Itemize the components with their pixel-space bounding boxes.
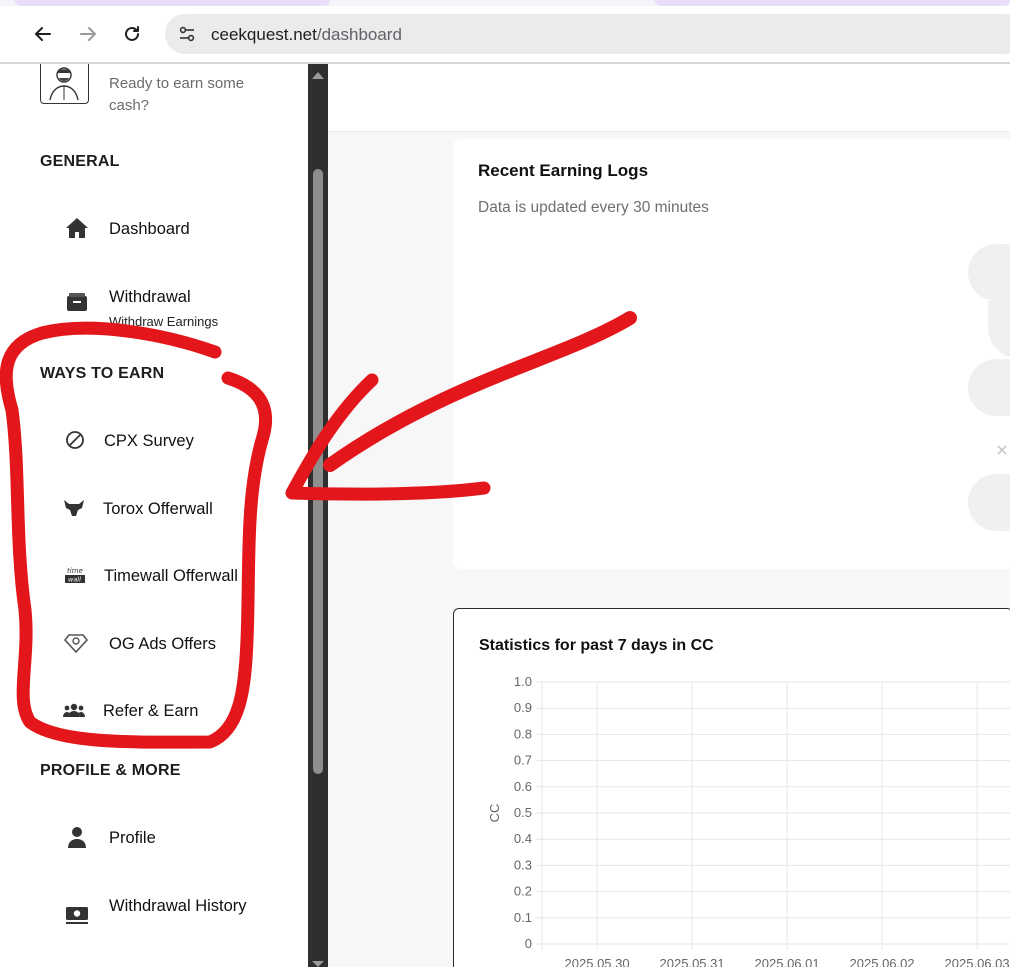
y-tick-label: 0.9: [514, 700, 532, 715]
section-ways-to-earn: WAYS TO EARN: [40, 365, 165, 382]
sidebar-scrollbar[interactable]: [308, 64, 328, 967]
sidebar-item-dashboard[interactable]: Dashboard: [55, 212, 308, 252]
sidebar-item-sublabel: Withdraw Earnings: [109, 314, 219, 329]
wallet-icon: [65, 290, 89, 314]
tune-icon: [179, 26, 195, 42]
y-axis-label: CC: [487, 804, 502, 823]
close-icon: [997, 445, 1007, 455]
sidebar-item-label: Timewall Offerwall: [104, 567, 238, 585]
sidebar-item-torox-offerwall[interactable]: Torox Offerwall: [55, 492, 308, 532]
home-icon: [65, 216, 89, 240]
sidebar-item-og-ads-offers[interactable]: OG Ads Offers: [55, 627, 308, 667]
y-tick-label: 1.0: [514, 674, 532, 689]
x-tick-label: 2025.05.31: [660, 956, 725, 967]
sidebar-item-withdrawal-history[interactable]: Withdrawal History: [55, 889, 308, 951]
sidebar-item-label: OG Ads Offers: [109, 635, 216, 653]
x-tick-label: 2025.05.30: [565, 956, 630, 967]
avatar: [40, 64, 89, 104]
greeting-text: Ready to earn some cash?: [109, 75, 245, 114]
x-tick-label: 2025.06.02: [850, 956, 915, 967]
section-general: GENERAL: [40, 153, 120, 170]
browser-window: ceekquest.net/dashboard Ready to earn so…: [0, 0, 1010, 967]
url-text[interactable]: ceekquest.net/dashboard: [211, 25, 402, 45]
svg-text:wall: wall: [68, 576, 81, 584]
back-button[interactable]: [31, 22, 55, 46]
statistics-card: Statistics for past 7 days in CC 1.0 0.9 0…: [453, 608, 1010, 967]
ogads-icon: [64, 631, 88, 655]
browser-toolbar: ceekquest.net/dashboard: [0, 6, 1010, 62]
loading-placeholder: [988, 301, 1010, 358]
x-tick-label: 2025.06.01: [755, 956, 820, 967]
user-icon: [65, 825, 89, 849]
y-tick-label: 0.4: [514, 831, 532, 846]
card-subtitle: Data is updated every 30 minutes: [478, 199, 709, 216]
sidebar-item-label: Dashboard: [109, 220, 190, 238]
sidebar-item-cpx-survey[interactable]: CPX Survey: [55, 424, 308, 464]
scroll-thumb[interactable]: [313, 169, 323, 774]
recent-earning-logs-card: Recent Earning Logs Data is updated ever…: [453, 139, 1010, 569]
arrow-right-icon: [80, 27, 96, 41]
reload-button[interactable]: [120, 22, 144, 46]
reload-icon: [125, 26, 139, 41]
sidebar-item-label: Withdrawal: [109, 288, 191, 306]
url-path: /dashboard: [316, 25, 402, 44]
site-info-button[interactable]: [175, 22, 199, 46]
address-bar[interactable]: ceekquest.net/dashboard: [165, 14, 1010, 54]
y-tick-label: 0.7: [514, 753, 532, 768]
sidebar-item-withdrawal[interactable]: Withdrawal Withdraw Earnings: [55, 280, 308, 330]
y-tick-label: 0: [525, 936, 532, 951]
sidebar-item-label: Withdrawal History: [109, 897, 247, 915]
y-tick-label: 0.2: [514, 884, 532, 899]
top-header: [328, 64, 1010, 132]
url-host: ceekquest.net: [211, 25, 317, 44]
sidebar-item-label: CPX Survey: [104, 432, 194, 450]
arrow-left-icon: [35, 27, 51, 41]
torox-icon: [62, 496, 86, 520]
statistics-chart: 1.0 0.9 0.8 0.7 0.6 0.5 0.4 0.3 0.2 0.1 0 2025.05.3…: [487, 674, 1010, 967]
main-content: Recent Earning Logs Data is updated ever…: [328, 64, 1010, 967]
sidebar-item-label: Torox Offerwall: [103, 500, 213, 518]
section-profile-more: PROFILE & MORE: [40, 762, 181, 779]
y-tick-label: 0.1: [514, 910, 532, 925]
timewall-icon: time wall: [63, 563, 87, 587]
loading-placeholder: [968, 244, 1010, 301]
cpx-icon: [63, 428, 87, 452]
x-tick-label: 2025.06.03: [945, 956, 1010, 967]
y-tick-label: 0.8: [514, 726, 532, 741]
y-tick-label: 0.6: [514, 779, 532, 794]
loading-placeholder: [968, 474, 1010, 531]
sidebar-item-timewall-offerwall[interactable]: time wall Timewall Offerwall: [55, 559, 245, 599]
scroll-up-icon[interactable]: [308, 68, 328, 82]
forward-button[interactable]: [76, 22, 100, 46]
card-title: Recent Earning Logs: [478, 161, 649, 180]
y-tick-label: 0.3: [514, 857, 532, 872]
avatar-illustration-icon: [49, 67, 79, 101]
users-icon: [62, 698, 86, 722]
money-icon: [65, 903, 89, 927]
svg-text:time: time: [67, 567, 83, 575]
sidebar-item-label: Profile: [109, 829, 156, 847]
scroll-down-icon[interactable]: [308, 959, 328, 967]
sidebar-item-label: Refer & Earn: [103, 702, 199, 720]
sidebar: Ready to earn some cash? GENERAL Dashboa…: [15, 64, 308, 967]
sidebar-item-profile[interactable]: Profile: [55, 821, 308, 861]
loading-placeholder: [968, 359, 1010, 416]
sidebar-item-refer-earn[interactable]: Refer & Earn: [55, 694, 308, 734]
y-tick-label: 0.5: [514, 805, 532, 820]
